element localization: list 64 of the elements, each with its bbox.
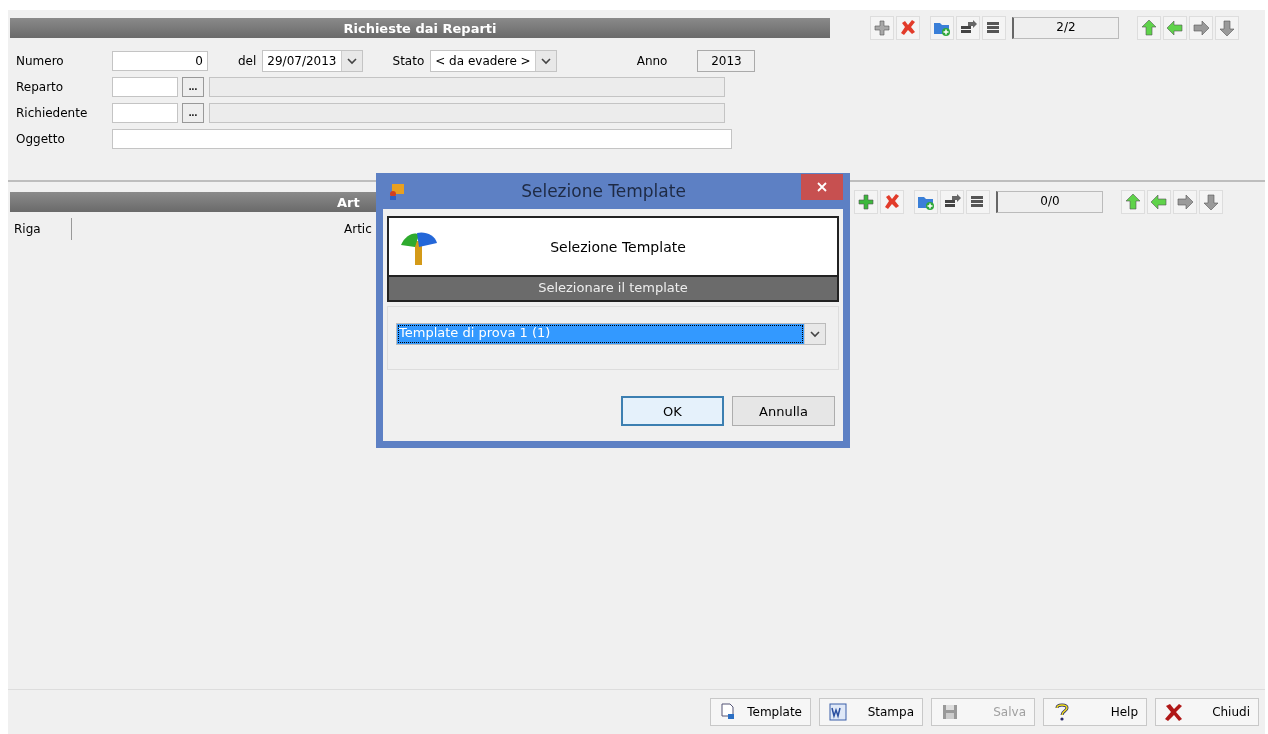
stack-button[interactable]: [982, 16, 1006, 40]
close-button[interactable]: Chiudi: [1155, 698, 1259, 726]
code-field[interactable]: [112, 77, 178, 97]
word-document-icon: [828, 702, 848, 722]
delete-icon: [883, 193, 901, 211]
document-arrow-button[interactable]: Template: [710, 698, 811, 726]
left-arrow-icon: [1150, 193, 1168, 211]
delete-button[interactable]: [896, 16, 920, 40]
app-icon: [388, 182, 406, 200]
dialog-title: Selezione Template: [520, 181, 687, 201]
record-counter: 0/0: [996, 191, 1103, 213]
left-arrow-button[interactable]: [1147, 190, 1171, 214]
record-counter: 2/2: [1012, 17, 1119, 39]
delete-icon: [899, 19, 917, 37]
plus-icon: [857, 193, 875, 211]
left-arrow-icon: [1166, 19, 1184, 37]
folder-plus-button[interactable]: [914, 190, 938, 214]
right-arrow-icon: [1176, 193, 1194, 211]
right-arrow-icon: [1192, 19, 1210, 37]
folder-plus-button[interactable]: [930, 16, 954, 40]
cancel-button[interactable]: Annulla: [732, 396, 835, 426]
lookup-button[interactable]: ...: [182, 103, 204, 123]
status-dropdown[interactable]: < da evadere >: [430, 50, 557, 72]
stack-arrow-button[interactable]: [940, 190, 964, 214]
question-mark-button[interactable]: Help: [1043, 698, 1147, 726]
dialog-heading: Selezione Template: [549, 238, 687, 255]
close-icon: [817, 182, 827, 192]
plus-button[interactable]: [854, 190, 878, 214]
field-label: Anno: [636, 54, 668, 68]
stack-button[interactable]: [966, 190, 990, 214]
up-arrow-icon: [1124, 193, 1142, 211]
subject-field[interactable]: [112, 129, 732, 149]
word-document-button[interactable]: Stampa: [819, 698, 923, 726]
caret-icon: [540, 57, 551, 65]
close-icon: [1164, 702, 1184, 722]
delete-button[interactable]: [880, 190, 904, 214]
field-label: Oggetto: [16, 132, 66, 146]
field-label: Numero: [16, 54, 65, 68]
left-arrow-button[interactable]: [1163, 16, 1187, 40]
date-picker[interactable]: 29/07/2013: [262, 50, 363, 72]
down-arrow-icon: [1218, 19, 1236, 37]
close-button[interactable]: [801, 174, 843, 200]
up-arrow-button[interactable]: [1121, 190, 1145, 214]
caret-icon: [810, 330, 820, 338]
stack-arrow-button[interactable]: [956, 16, 980, 40]
field-label: Richiedente: [16, 106, 89, 120]
section-title: Art: [337, 194, 360, 210]
down-arrow-icon: [1202, 193, 1220, 211]
year-field: 2013: [697, 50, 756, 72]
lookup-button[interactable]: ...: [182, 77, 204, 97]
column-header: Artic: [343, 221, 372, 238]
column-header: Riga: [10, 218, 72, 240]
caret-icon: [346, 57, 357, 65]
up-arrow-icon: [1140, 19, 1158, 37]
field-label: Reparto: [16, 80, 65, 94]
up-arrow-button[interactable]: [1137, 16, 1161, 40]
field-label: Stato: [392, 54, 425, 68]
ok-button[interactable]: OK: [621, 396, 724, 426]
field-label: del: [238, 54, 257, 68]
code-field[interactable]: [112, 103, 178, 123]
section-title: Richieste dai Reparti: [343, 20, 497, 36]
instruction-band: Selezionare il template: [387, 276, 839, 302]
plus-icon: [873, 19, 891, 37]
number-field[interactable]: 0: [112, 51, 208, 71]
